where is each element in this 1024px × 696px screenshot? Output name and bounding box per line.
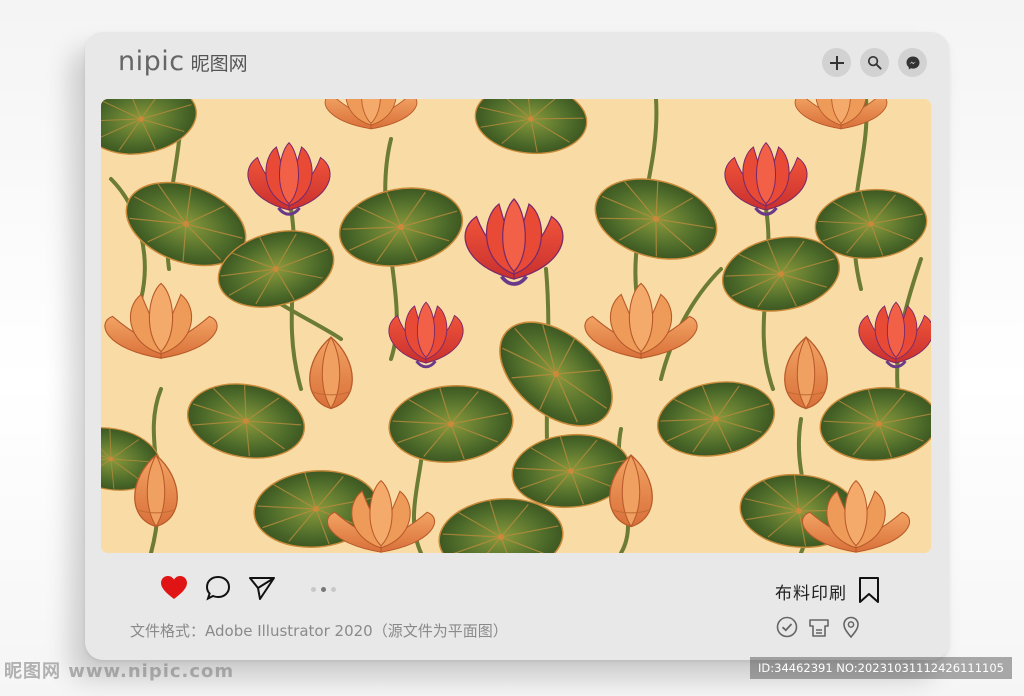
share-send-icon[interactable]	[248, 575, 276, 601]
category-tag-label[interactable]: 布料印刷	[775, 579, 847, 604]
comment-icon[interactable]	[205, 575, 231, 601]
search-button[interactable]	[860, 48, 889, 77]
location-pin-icon[interactable]	[840, 616, 862, 638]
carousel-dot[interactable]	[331, 587, 336, 592]
carousel-indicator	[311, 587, 336, 592]
file-format-text: 文件格式：Adobe Illustrator 2020（源文件为平面图）	[130, 622, 508, 640]
search-icon	[867, 55, 882, 70]
lotus-pattern-image[interactable]	[101, 99, 931, 553]
plus-icon	[829, 55, 844, 70]
watermark-id-bar: ID:34462391 NO:20231031112426111105	[750, 657, 1012, 679]
post-card: nipic 昵图网 布料印刷 文件格式：Adobe Illustrator 20…	[85, 32, 949, 660]
check-circle-icon[interactable]	[776, 616, 798, 638]
messenger-icon	[906, 56, 919, 69]
carousel-dot-active[interactable]	[321, 587, 326, 592]
action-row: 布料印刷	[85, 570, 949, 610]
bookmark-icon[interactable]	[857, 576, 881, 604]
watermark-left: 昵图网 www.nipic.com	[4, 661, 235, 682]
header-actions	[822, 48, 927, 77]
messenger-button[interactable]	[898, 48, 927, 77]
site-logo[interactable]: nipic 昵图网	[118, 46, 248, 77]
carousel-dot[interactable]	[311, 587, 316, 592]
logo-text: nipic	[118, 46, 185, 77]
logo-cn-text: 昵图网	[190, 53, 248, 75]
footer-icons	[776, 616, 862, 638]
like-heart-icon[interactable]	[160, 575, 188, 601]
add-button[interactable]	[822, 48, 851, 77]
print-icon[interactable]	[808, 616, 830, 638]
